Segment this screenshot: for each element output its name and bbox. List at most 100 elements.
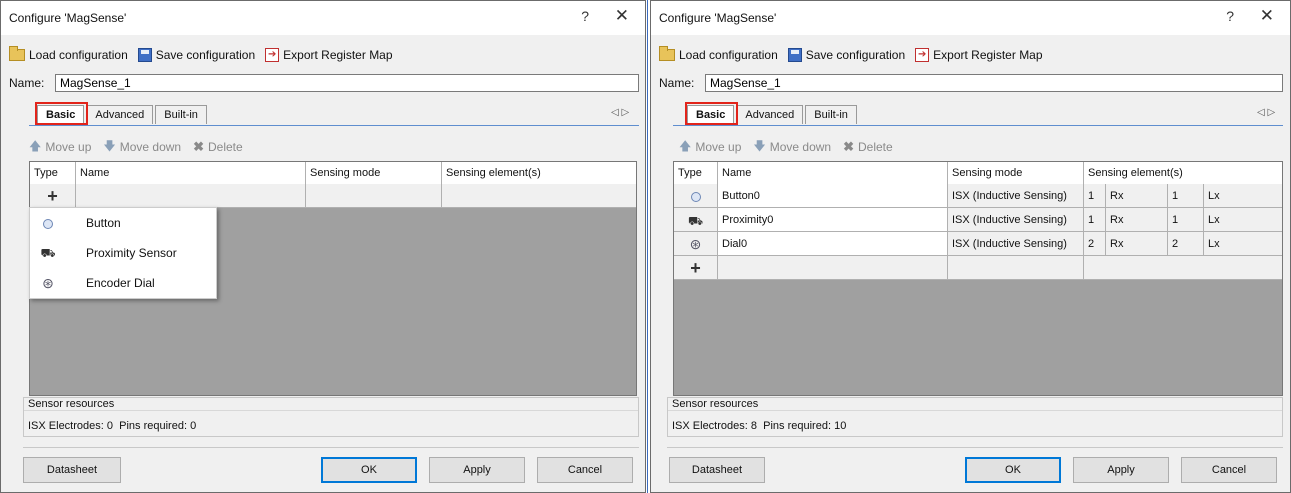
row-rx-count-cell[interactable]: 1 [1084, 184, 1106, 208]
row-type-cell: ⛟ [674, 208, 718, 232]
name-input[interactable] [705, 74, 1283, 92]
apply-button[interactable]: Apply [1073, 457, 1169, 483]
help-icon[interactable]: ? [581, 8, 589, 24]
delete-icon: ✖ [193, 139, 204, 154]
row-sensing-mode-cell[interactable]: ISX (Inductive Sensing) [948, 208, 1084, 232]
tab-built-in[interactable]: Built-in [805, 105, 857, 124]
row-rx-count-cell[interactable]: 1 [1084, 208, 1106, 232]
electrodes-label: ISX Electrodes: [672, 420, 748, 432]
menu-item-button[interactable]: Button [30, 208, 216, 238]
table-row[interactable]: Button0 ISX (Inductive Sensing) 1 Rx 1 L… [674, 184, 1282, 208]
tab-advanced[interactable]: Advanced [736, 105, 804, 124]
row-rx-cell: Rx [1106, 208, 1168, 232]
screenshot-root: Configure 'MagSense' ? ✕ Load configurat… [0, 0, 1291, 493]
close-icon[interactable]: ✕ [1260, 6, 1274, 26]
row-rx-cell: Rx [1106, 184, 1168, 208]
name-label: Name: [9, 76, 45, 90]
help-icon[interactable]: ? [1226, 8, 1234, 24]
empty-cell [306, 184, 442, 208]
name-input[interactable] [55, 74, 639, 92]
move-down-button[interactable]: 🡇 Move down [103, 137, 181, 158]
save-configuration-button[interactable]: Save configuration [787, 48, 906, 62]
column-header-sensing-mode[interactable]: Sensing mode [948, 162, 1084, 184]
row-sensing-mode-cell[interactable]: ISX (Inductive Sensing) [948, 184, 1084, 208]
save-icon [137, 48, 152, 62]
cancel-button[interactable]: Cancel [537, 457, 633, 483]
widget-grid: Type Name Sensing mode Sensing element(s… [673, 161, 1283, 396]
name-row: Name: [9, 73, 639, 93]
column-header-type[interactable]: Type [674, 162, 718, 184]
move-up-button[interactable]: 🡅 Move up [29, 137, 91, 158]
pins-label: Pins required: [119, 420, 188, 432]
table-row[interactable]: ⛟ Proximity0 ISX (Inductive Sensing) 1 R… [674, 208, 1282, 232]
save-configuration-button[interactable]: Save configuration [137, 48, 255, 62]
table-row[interactable]: ⊛ Dial0 ISX (Inductive Sensing) 2 Rx 2 L… [674, 232, 1282, 256]
column-header-type[interactable]: Type [30, 162, 76, 184]
export-register-map-button[interactable]: ➔ Export Register Map [265, 48, 393, 62]
add-widget-cell[interactable]: + [674, 256, 718, 280]
add-widget-menu: Button ⛟ Proximity Sensor ⊛ Encoder Dial [29, 207, 217, 299]
electrodes-value: 0 [106, 420, 114, 432]
tab-scroll-arrows[interactable]: ◁ ▷ [1257, 107, 1275, 118]
apply-button[interactable]: Apply [429, 457, 525, 483]
tab-advanced[interactable]: Advanced [86, 105, 154, 124]
row-rx-count-cell[interactable]: 2 [1084, 232, 1106, 256]
arrow-down-icon: 🡇 [753, 138, 766, 153]
title-bar: Configure 'MagSense' ? ✕ [651, 1, 1290, 35]
empty-cell [1084, 256, 1282, 280]
menu-item-label: Encoder Dial [86, 276, 155, 290]
pins-value: 0 [190, 420, 197, 432]
row-name-cell[interactable]: Dial0 [718, 232, 948, 256]
row-toolbar: 🡅 Move up 🡇 Move down ✖ Delete [29, 139, 255, 155]
row-type-cell: ⊛ [674, 232, 718, 256]
encoder-dial-icon: ⊛ [42, 275, 54, 291]
column-header-name[interactable]: Name [718, 162, 948, 184]
save-icon [787, 48, 802, 62]
plus-icon[interactable]: + [690, 258, 701, 278]
menu-item-encoder-dial[interactable]: ⊛ Encoder Dial [30, 268, 216, 298]
add-widget-cell[interactable]: + [30, 184, 76, 208]
menu-item-label: Proximity Sensor [86, 246, 177, 260]
configure-dialog-right: Configure 'MagSense' ? ✕ Load configurat… [650, 0, 1291, 493]
cancel-button[interactable]: Cancel [1181, 457, 1277, 483]
footer-separator [23, 447, 639, 448]
add-row[interactable]: + [674, 256, 1282, 280]
row-lx-count-cell[interactable]: 2 [1168, 232, 1204, 256]
row-sensing-mode-cell[interactable]: ISX (Inductive Sensing) [948, 232, 1084, 256]
export-icon: ➔ [915, 48, 930, 62]
row-lx-cell: Lx [1204, 208, 1282, 232]
row-name-cell[interactable]: Proximity0 [718, 208, 948, 232]
move-up-button[interactable]: 🡅 Move up [679, 137, 741, 158]
electrodes-label: ISX Electrodes: [28, 420, 104, 432]
delete-button[interactable]: ✖ Delete [193, 139, 243, 155]
load-configuration-button[interactable]: Load configuration [659, 46, 778, 62]
ok-button[interactable]: OK [965, 457, 1061, 483]
ok-button[interactable]: OK [321, 457, 417, 483]
row-name-cell[interactable]: Button0 [718, 184, 948, 208]
datasheet-button[interactable]: Datasheet [669, 457, 765, 483]
sensor-resources-title: Sensor resources [28, 398, 115, 410]
export-register-map-button[interactable]: ➔ Export Register Map [915, 48, 1043, 62]
sensor-resources-title: Sensor resources [672, 398, 759, 410]
load-configuration-button[interactable]: Load configuration [9, 46, 128, 62]
move-up-label: Move up [695, 140, 742, 154]
tab-scroll-arrows[interactable]: ◁ ▷ [611, 107, 629, 118]
tab-built-in[interactable]: Built-in [155, 105, 207, 124]
datasheet-button[interactable]: Datasheet [23, 457, 121, 483]
close-icon[interactable]: ✕ [615, 6, 629, 26]
row-lx-count-cell[interactable]: 1 [1168, 184, 1204, 208]
save-configuration-label: Save configuration [805, 48, 906, 62]
column-header-sensing-elements[interactable]: Sensing element(s) [442, 162, 636, 184]
column-header-sensing-mode[interactable]: Sensing mode [306, 162, 442, 184]
row-lx-count-cell[interactable]: 1 [1168, 208, 1204, 232]
column-header-name[interactable]: Name [76, 162, 306, 184]
dialog-title: Configure 'MagSense' [9, 11, 127, 25]
add-row[interactable]: + [30, 184, 636, 208]
move-down-button[interactable]: 🡇 Move down [753, 137, 831, 158]
plus-icon[interactable]: + [47, 186, 58, 206]
encoder-dial-icon: ⊛ [689, 236, 702, 252]
column-header-sensing-elements[interactable]: Sensing element(s) [1084, 162, 1282, 184]
delete-button[interactable]: ✖ Delete [843, 139, 893, 155]
name-label: Name: [659, 76, 695, 90]
menu-item-proximity-sensor[interactable]: ⛟ Proximity Sensor [30, 238, 216, 268]
